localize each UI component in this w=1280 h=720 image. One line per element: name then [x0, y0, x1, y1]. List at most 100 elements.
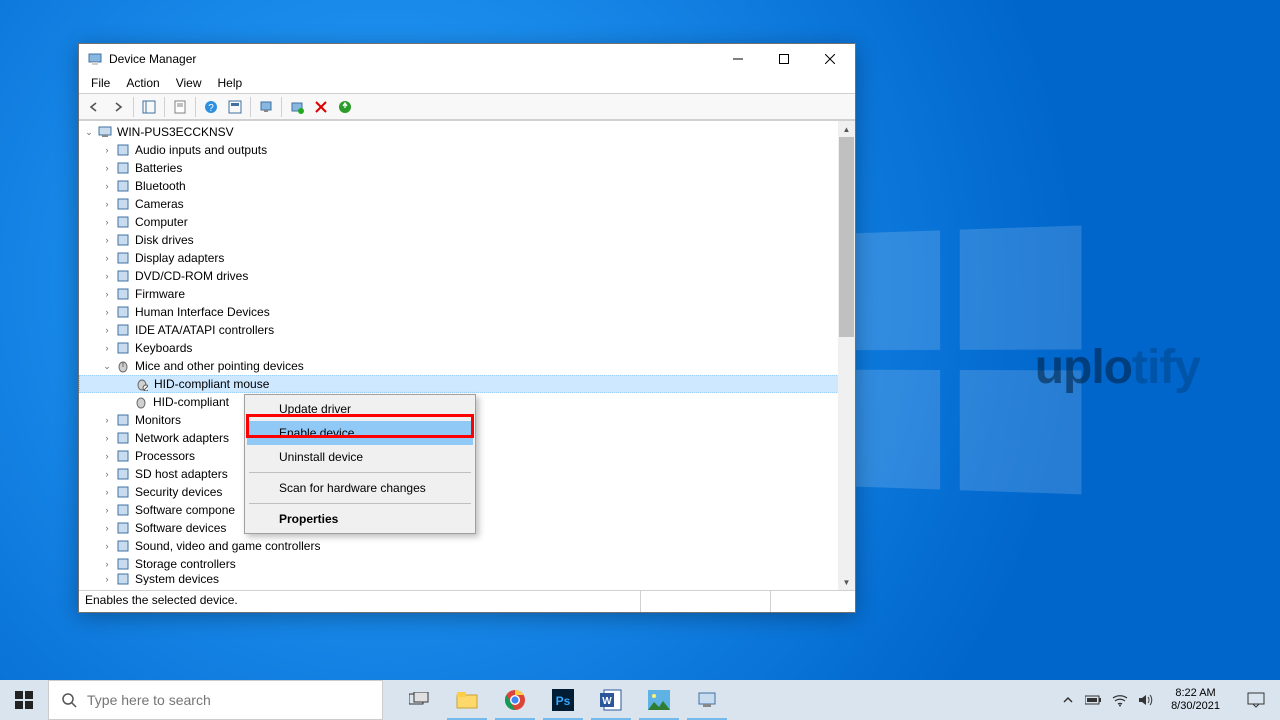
- task-view-button[interactable]: [395, 680, 443, 720]
- date-text: 8/30/2021: [1171, 700, 1220, 713]
- tree-device-hid-mouse-1[interactable]: HID-compliant mouse: [79, 375, 855, 393]
- chevron-right-icon[interactable]: ›: [101, 414, 113, 426]
- photo-viewer-icon[interactable]: [635, 680, 683, 720]
- chevron-right-icon[interactable]: ›: [101, 234, 113, 246]
- device-manager-taskbar-icon[interactable]: [683, 680, 731, 720]
- tree-category[interactable]: ›Bluetooth: [79, 177, 855, 195]
- chevron-down-icon[interactable]: ⌄: [101, 360, 113, 372]
- uninstall-button[interactable]: [310, 96, 332, 118]
- menubar: File Action View Help: [79, 74, 855, 94]
- system-tray: 8:22 AM 8/30/2021: [1055, 680, 1280, 720]
- scroll-down-button[interactable]: ▼: [838, 574, 855, 590]
- chevron-right-icon[interactable]: ›: [101, 324, 113, 336]
- properties-button[interactable]: [169, 96, 191, 118]
- chevron-right-icon[interactable]: ›: [101, 450, 113, 462]
- tree-category-label: SD host adapters: [135, 467, 228, 481]
- chevron-right-icon[interactable]: ›: [101, 342, 113, 354]
- close-button[interactable]: [807, 44, 853, 74]
- search-box[interactable]: [48, 680, 383, 720]
- word-icon[interactable]: W: [587, 680, 635, 720]
- maximize-button[interactable]: [761, 44, 807, 74]
- tree-category[interactable]: ›Batteries: [79, 159, 855, 177]
- search-input[interactable]: [87, 692, 370, 708]
- scroll-up-button[interactable]: ▲: [838, 121, 855, 137]
- tree-category[interactable]: ›Disk drives: [79, 231, 855, 249]
- chevron-right-icon[interactable]: ›: [101, 216, 113, 228]
- chevron-right-icon[interactable]: ›: [101, 504, 113, 516]
- ctx-update-driver[interactable]: Update driver: [247, 397, 473, 421]
- ctx-uninstall-device[interactable]: Uninstall device: [247, 445, 473, 469]
- ctx-scan[interactable]: Scan for hardware changes: [247, 476, 473, 500]
- chevron-right-icon[interactable]: ›: [101, 144, 113, 156]
- clock[interactable]: 8:22 AM 8/30/2021: [1163, 687, 1228, 713]
- menu-action[interactable]: Action: [118, 74, 167, 93]
- tree-category[interactable]: ›Keyboards: [79, 339, 855, 357]
- show-hide-tree-button[interactable]: [138, 96, 160, 118]
- menu-view[interactable]: View: [168, 74, 210, 93]
- chevron-right-icon[interactable]: ›: [101, 252, 113, 264]
- tree-category[interactable]: ›Cameras: [79, 195, 855, 213]
- tree-category-mice[interactable]: ⌄ Mice and other pointing devices: [79, 357, 855, 375]
- file-explorer-icon[interactable]: [443, 680, 491, 720]
- enable-button[interactable]: [334, 96, 356, 118]
- chevron-right-icon[interactable]: ›: [101, 540, 113, 552]
- svg-text:W: W: [602, 696, 612, 707]
- update-driver-button[interactable]: [286, 96, 308, 118]
- chevron-right-icon[interactable]: ›: [101, 162, 113, 174]
- start-button[interactable]: [0, 680, 48, 720]
- menu-help[interactable]: Help: [210, 74, 251, 93]
- chevron-right-icon[interactable]: ›: [101, 270, 113, 282]
- titlebar[interactable]: Device Manager: [79, 44, 855, 74]
- tree-category[interactable]: ›IDE ATA/ATAPI controllers: [79, 321, 855, 339]
- tree-category[interactable]: ›Human Interface Devices: [79, 303, 855, 321]
- device-category-icon: [115, 556, 131, 572]
- volume-icon[interactable]: [1137, 693, 1155, 707]
- chevron-right-icon[interactable]: ›: [101, 288, 113, 300]
- action-button[interactable]: [224, 96, 246, 118]
- help-button[interactable]: ?: [200, 96, 222, 118]
- ctx-properties[interactable]: Properties: [247, 507, 473, 531]
- photoshop-icon[interactable]: Ps: [539, 680, 587, 720]
- chrome-icon[interactable]: [491, 680, 539, 720]
- tree-category-label: System devices: [135, 573, 219, 585]
- tree-root[interactable]: ⌄ WIN-PUS3ECCKNSV: [79, 123, 855, 141]
- chevron-right-icon[interactable]: ›: [101, 468, 113, 480]
- chevron-right-icon[interactable]: ›: [101, 486, 113, 498]
- tree-category[interactable]: ›Storage controllers: [79, 555, 855, 573]
- scroll-thumb[interactable]: [839, 137, 854, 337]
- wifi-icon[interactable]: [1111, 693, 1129, 707]
- vertical-scrollbar[interactable]: ▲ ▼: [838, 121, 855, 590]
- chevron-right-icon[interactable]: ›: [101, 180, 113, 192]
- chevron-right-icon[interactable]: ›: [101, 198, 113, 210]
- notifications-button[interactable]: [1236, 692, 1276, 708]
- tree-category[interactable]: ›Computer: [79, 213, 855, 231]
- watermark-text: uplotify: [1035, 340, 1200, 395]
- chevron-down-icon[interactable]: ⌄: [83, 126, 95, 138]
- app-icon: [87, 51, 103, 67]
- tray-overflow-button[interactable]: [1059, 694, 1077, 706]
- status-cell-2: [641, 591, 771, 612]
- tree-category[interactable]: ›Audio inputs and outputs: [79, 141, 855, 159]
- tree-category[interactable]: › System devices: [79, 573, 855, 585]
- scan-hardware-button[interactable]: [255, 96, 277, 118]
- chevron-right-icon[interactable]: ›: [101, 522, 113, 534]
- chevron-right-icon[interactable]: ›: [101, 306, 113, 318]
- device-category-icon: [115, 250, 131, 266]
- chevron-right-icon[interactable]: ›: [101, 573, 113, 585]
- chevron-right-icon[interactable]: ›: [101, 558, 113, 570]
- minimize-button[interactable]: [715, 44, 761, 74]
- battery-icon[interactable]: [1085, 694, 1103, 706]
- device-category-icon: [115, 412, 131, 428]
- tree-category[interactable]: ›DVD/CD-ROM drives: [79, 267, 855, 285]
- tree-category-label: Processors: [135, 449, 195, 463]
- ctx-enable-device[interactable]: Enable device: [247, 421, 473, 445]
- context-menu: Update driver Enable device Uninstall de…: [244, 394, 476, 534]
- back-button[interactable]: [83, 96, 105, 118]
- tree-category[interactable]: ›Display adapters: [79, 249, 855, 267]
- tree-category[interactable]: ›Firmware: [79, 285, 855, 303]
- tree-category[interactable]: ›Sound, video and game controllers: [79, 537, 855, 555]
- chevron-right-icon[interactable]: ›: [101, 432, 113, 444]
- forward-button[interactable]: [107, 96, 129, 118]
- tree-root-label: WIN-PUS3ECCKNSV: [117, 125, 234, 139]
- menu-file[interactable]: File: [83, 74, 118, 93]
